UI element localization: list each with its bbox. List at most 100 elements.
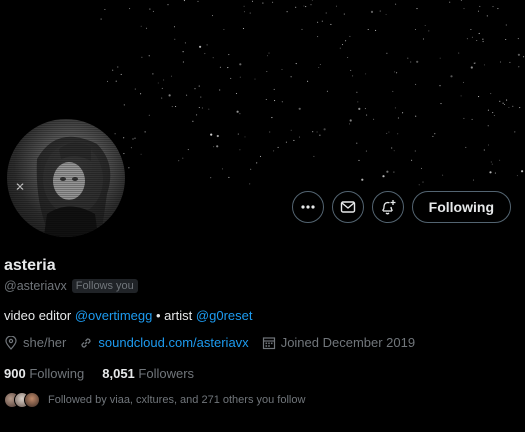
banner-star bbox=[356, 91, 358, 93]
banner-star bbox=[219, 66, 221, 68]
banner-star bbox=[397, 117, 399, 119]
banner-star bbox=[186, 94, 188, 96]
banner-star bbox=[266, 55, 269, 57]
banner-star bbox=[414, 150, 416, 152]
banner-star bbox=[386, 132, 388, 134]
banner-star bbox=[120, 73, 122, 75]
banner-star bbox=[298, 107, 301, 110]
banner-star bbox=[316, 131, 318, 133]
banner-star bbox=[183, 0, 185, 2]
banner-star bbox=[476, 39, 478, 42]
banner-star bbox=[341, 44, 344, 46]
banner-star bbox=[416, 8, 418, 10]
banner-star bbox=[517, 53, 521, 56]
envelope-icon bbox=[340, 201, 355, 213]
banner-star bbox=[323, 128, 326, 131]
banner-star bbox=[317, 36, 319, 38]
banner-star bbox=[482, 38, 484, 40]
notify-button[interactable] bbox=[371, 191, 404, 223]
banner-star bbox=[349, 123, 351, 125]
banner-star bbox=[243, 5, 245, 7]
banner-star bbox=[312, 131, 314, 133]
banner-star bbox=[243, 11, 246, 13]
banner-star bbox=[249, 12, 251, 14]
banner-star bbox=[424, 24, 426, 27]
banner-star bbox=[395, 3, 397, 5]
banner-star bbox=[391, 147, 393, 149]
banner-star bbox=[432, 135, 434, 137]
banner-star bbox=[140, 93, 142, 95]
banner-star bbox=[505, 24, 507, 26]
banner-star bbox=[349, 35, 351, 37]
banner-star bbox=[366, 114, 368, 116]
banner-star bbox=[290, 76, 292, 78]
profile-avatar[interactable]: ✕ bbox=[4, 116, 128, 240]
banner-star bbox=[206, 44, 208, 46]
banner-star bbox=[112, 69, 114, 71]
profile-bio: video editor @overtimegg • artist @g0res… bbox=[4, 308, 252, 323]
banner-star bbox=[144, 131, 146, 133]
avatar-image: ✕ bbox=[7, 119, 125, 237]
banner-star bbox=[411, 159, 413, 161]
banner-star bbox=[462, 81, 465, 83]
banner-star bbox=[487, 125, 489, 127]
followed-by-text: Followed by viaa, cxltures, and 271 othe… bbox=[48, 394, 306, 406]
banner-star bbox=[290, 129, 292, 131]
banner-star bbox=[326, 90, 328, 92]
banner-star bbox=[221, 168, 224, 170]
following-count-link[interactable]: 900 Following bbox=[4, 366, 84, 381]
banner-star bbox=[493, 114, 495, 117]
bio-mention-overtimegg[interactable]: @overtimegg bbox=[75, 308, 153, 323]
banner-star bbox=[487, 144, 490, 146]
bell-plus-icon bbox=[382, 200, 396, 215]
banner-star bbox=[517, 38, 519, 40]
banner-star bbox=[130, 147, 132, 149]
banner-star bbox=[347, 56, 349, 59]
banner-star bbox=[497, 8, 499, 10]
banner-star bbox=[367, 28, 369, 31]
banner-star bbox=[358, 107, 361, 110]
banner-star bbox=[422, 181, 424, 183]
followers-count: 8,051 bbox=[102, 366, 135, 381]
banner-star bbox=[460, 95, 462, 97]
banner-star bbox=[173, 26, 176, 28]
banner-star bbox=[439, 57, 441, 59]
joined-text: Joined December 2019 bbox=[280, 335, 416, 350]
website-link[interactable]: soundcloud.com/asteriavx bbox=[98, 335, 248, 350]
banner-star bbox=[318, 66, 320, 69]
banner-star bbox=[503, 103, 506, 106]
banner-star bbox=[295, 63, 297, 65]
banner-star bbox=[223, 28, 225, 31]
banner-star bbox=[506, 99, 508, 101]
banner-star bbox=[171, 106, 173, 108]
banner-star bbox=[449, 1, 451, 3]
banner-star bbox=[388, 131, 390, 133]
banner-star bbox=[216, 134, 219, 138]
banner-star bbox=[197, 0, 199, 2]
banner-star bbox=[386, 52, 388, 54]
pronouns-item: she/her bbox=[4, 335, 66, 350]
banner-star bbox=[463, 8, 465, 10]
followed-by-row[interactable]: Followed by viaa, cxltures, and 271 othe… bbox=[4, 392, 305, 408]
banner-star bbox=[313, 155, 315, 157]
following-button[interactable]: Following bbox=[411, 191, 511, 223]
banner-star bbox=[499, 159, 501, 161]
more-button[interactable] bbox=[291, 191, 324, 223]
banner-star bbox=[330, 23, 332, 25]
banner-star bbox=[286, 11, 288, 13]
banner-star bbox=[145, 27, 148, 29]
banner-star bbox=[194, 88, 196, 90]
banner-star bbox=[358, 159, 360, 161]
banner-star bbox=[259, 155, 262, 157]
bio-mention-g0reset[interactable]: @g0reset bbox=[196, 308, 253, 323]
message-button[interactable] bbox=[331, 191, 364, 223]
calendar-icon bbox=[262, 336, 275, 349]
banner-star bbox=[265, 98, 267, 101]
banner-star bbox=[521, 170, 524, 173]
banner-star bbox=[478, 96, 480, 98]
followers-count-link[interactable]: 8,051 Followers bbox=[102, 366, 194, 381]
banner-star bbox=[251, 0, 254, 2]
banner-star bbox=[439, 85, 441, 87]
display-name: asteria bbox=[4, 257, 56, 274]
banner-star bbox=[271, 117, 273, 119]
